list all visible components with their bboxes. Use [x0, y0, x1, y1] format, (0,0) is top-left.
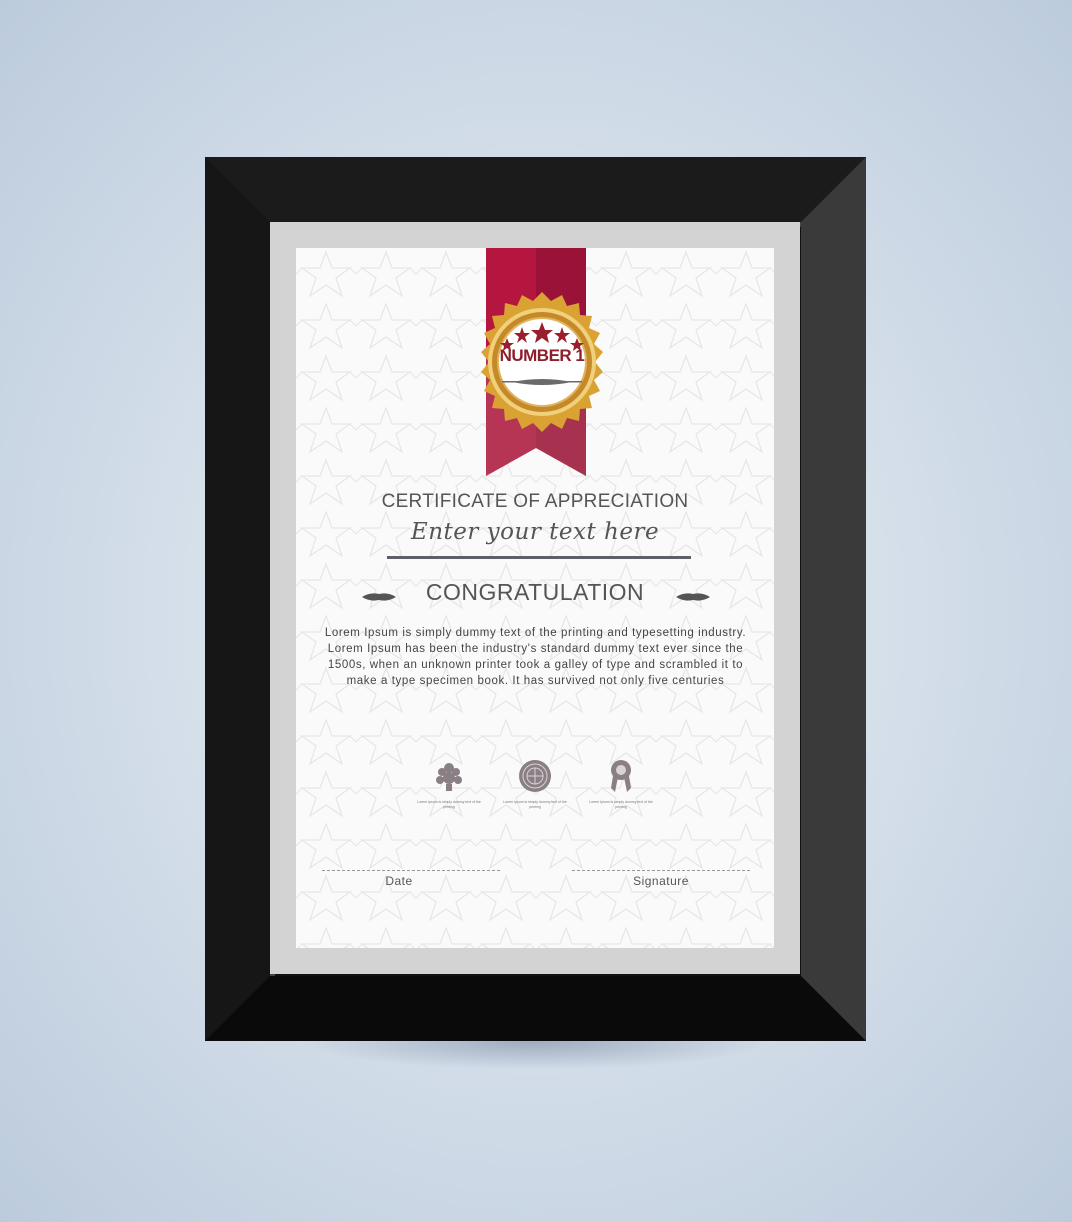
- award-caption: Lorem Ipsum is simply dummy text of the …: [589, 800, 653, 809]
- award-2: Lorem Ipsum is simply dummy text of the …: [500, 758, 570, 810]
- award-3: Lorem Ipsum is simply dummy text of the …: [586, 758, 656, 810]
- picture-frame: NUMBER 1 CERTIFICATE OF APPRECIATION Ent…: [205, 157, 866, 1041]
- badge-label: NUMBER 1: [499, 346, 585, 365]
- certificate-subtitle: Enter your text here: [410, 519, 660, 545]
- laurel-icon: [436, 763, 462, 791]
- signature-label: Signature: [633, 874, 689, 888]
- certificate-title: CERTIFICATE OF APPRECIATION: [381, 491, 689, 512]
- date-line: [322, 870, 500, 871]
- certificate-paper: NUMBER 1 CERTIFICATE OF APPRECIATION Ent…: [296, 248, 774, 948]
- certificate-body: Lorem Ipsum is simply dummy text of the …: [324, 627, 747, 687]
- seal-icon: [519, 760, 551, 792]
- award-caption: Lorem Ipsum is simply dummy text of the …: [417, 800, 481, 809]
- ornament-right-icon: [676, 593, 710, 601]
- award-1: Lorem Ipsum is simply dummy text of the …: [414, 758, 484, 810]
- signature-line: [572, 870, 750, 871]
- award-caption: Lorem Ipsum is simply dummy text of the …: [503, 800, 567, 809]
- frame-mat: NUMBER 1 CERTIFICATE OF APPRECIATION Ent…: [270, 222, 800, 974]
- rosette-icon: [611, 760, 631, 792]
- date-label: Date: [385, 874, 413, 888]
- title-divider: [387, 556, 691, 559]
